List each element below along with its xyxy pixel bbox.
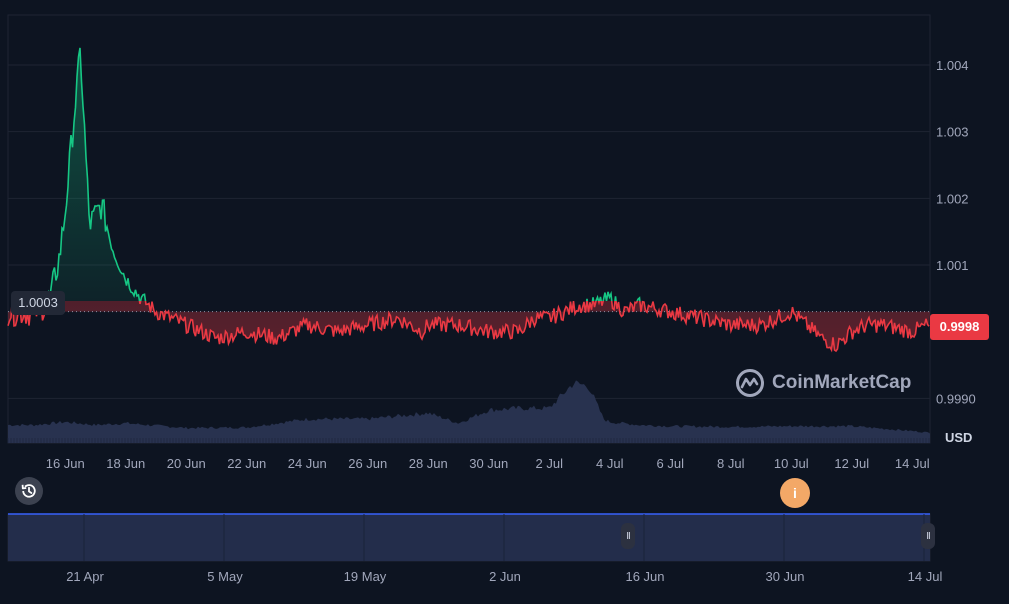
x-tick-label: 26 Jun — [348, 456, 387, 471]
area-below-open — [8, 301, 930, 351]
x-tick-label: 4 Jul — [596, 456, 624, 471]
history-icon — [21, 484, 36, 498]
navigator-tick-label: 2 Jun — [489, 569, 521, 584]
y-tick-label: 1.003 — [936, 125, 969, 140]
navigator-tick-label: 21 Apr — [66, 569, 104, 584]
x-tick-label: 6 Jul — [657, 456, 685, 471]
current-price-label: 0.9998 — [930, 314, 989, 340]
x-tick-label: 22 Jun — [227, 456, 266, 471]
x-tick-label: 2 Jul — [536, 456, 564, 471]
price-chart[interactable]: 1.004 1.003 1.002 1.001 0.9990 16 Jun 18 Jun 2… — [0, 0, 1009, 604]
x-tick-label: 10 Jul — [774, 456, 809, 471]
navigator-tick-label: 30 Jun — [765, 569, 804, 584]
x-tick-label: 28 Jun — [409, 456, 448, 471]
navigator-ticks: 21 Apr 5 May 19 May 2 Jun 16 Jun 30 Jun 14 Jul — [66, 569, 942, 584]
range-navigator[interactable] — [7, 513, 931, 562]
price-area — [8, 47, 930, 351]
x-tick-label: 12 Jul — [834, 456, 869, 471]
x-tick-label: 16 Jun — [46, 456, 85, 471]
y-axis-ticks: 1.004 1.003 1.002 1.001 0.9990 — [936, 58, 976, 406]
y-tick-label: 0.9990 — [936, 391, 976, 406]
navigator-tick-label: 14 Jul — [908, 569, 943, 584]
brand-name: CoinMarketCap — [772, 372, 912, 393]
currency-label: USD — [945, 430, 973, 445]
x-tick-label: 18 Jun — [106, 456, 145, 471]
coinmarketcap-logo: CoinMarketCap — [735, 368, 911, 398]
navigator-tick-label: 5 May — [207, 569, 243, 584]
history-button[interactable] — [15, 477, 43, 505]
x-tick-label: 30 Jun — [469, 456, 508, 471]
info-icon: i — [793, 485, 797, 501]
x-tick-label: 14 Jul — [895, 456, 930, 471]
y-tick-label: 1.001 — [936, 258, 969, 273]
y-tick-label: 1.002 — [936, 191, 969, 206]
x-tick-label: 20 Jun — [167, 456, 206, 471]
event-info-marker[interactable]: i — [780, 478, 810, 508]
navigator-tick-label: 19 May — [344, 569, 387, 584]
x-tick-label: 24 Jun — [288, 456, 327, 471]
navigator-right-handle[interactable]: II — [921, 523, 935, 549]
open-price-label: 1.0003 — [11, 291, 65, 315]
x-tick-label: 8 Jul — [717, 456, 745, 471]
y-tick-label: 1.004 — [936, 58, 969, 73]
coinmarketcap-icon — [736, 369, 764, 397]
x-axis-ticks: 16 Jun 18 Jun 20 Jun 22 Jun 24 Jun 26 Jun 28 J… — [46, 456, 930, 471]
navigator-left-handle[interactable]: II — [621, 523, 635, 549]
navigator-selection — [8, 514, 930, 561]
navigator-tick-label: 16 Jun — [625, 569, 664, 584]
